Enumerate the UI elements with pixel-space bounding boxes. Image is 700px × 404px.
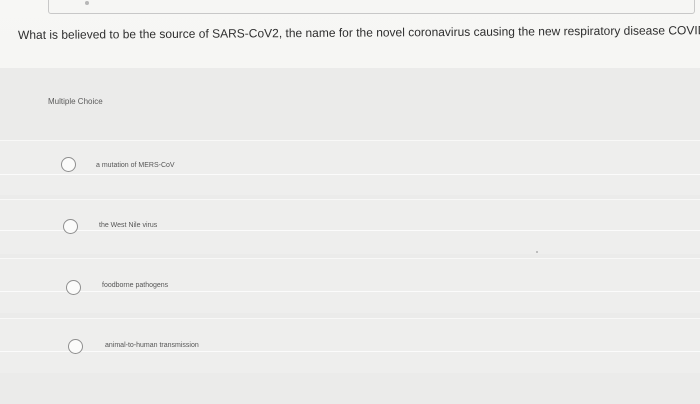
- multiple-choice-panel: Multiple Choice a mutation of MERS-CoV t…: [0, 68, 700, 404]
- radio-button-icon[interactable]: [63, 219, 78, 234]
- answer-option-4[interactable]: animal-to-human transmission: [0, 318, 700, 373]
- frame-mark: [85, 1, 89, 5]
- multiple-choice-title: Multiple Choice: [48, 97, 103, 106]
- radio-button-icon[interactable]: [61, 157, 76, 172]
- answer-option-2[interactable]: the West Nile virus: [0, 199, 700, 254]
- option-label: the West Nile virus: [99, 222, 158, 229]
- answer-option-1[interactable]: a mutation of MERS-CoV: [0, 140, 700, 195]
- option-label: animal-to-human transmission: [105, 342, 199, 349]
- previous-answer-frame: [48, 0, 695, 14]
- answer-option-3[interactable]: foodborne pathogens: [0, 258, 700, 313]
- option-label: a mutation of MERS-CoV: [96, 162, 175, 169]
- option-label: foodborne pathogens: [102, 282, 169, 289]
- quiz-screen: What is believed to be the source of SAR…: [0, 0, 700, 404]
- screen-speck: [536, 251, 538, 253]
- question-text: What is believed to be the source of SAR…: [17, 23, 700, 42]
- radio-button-icon[interactable]: [68, 339, 83, 354]
- radio-button-icon[interactable]: [66, 280, 81, 295]
